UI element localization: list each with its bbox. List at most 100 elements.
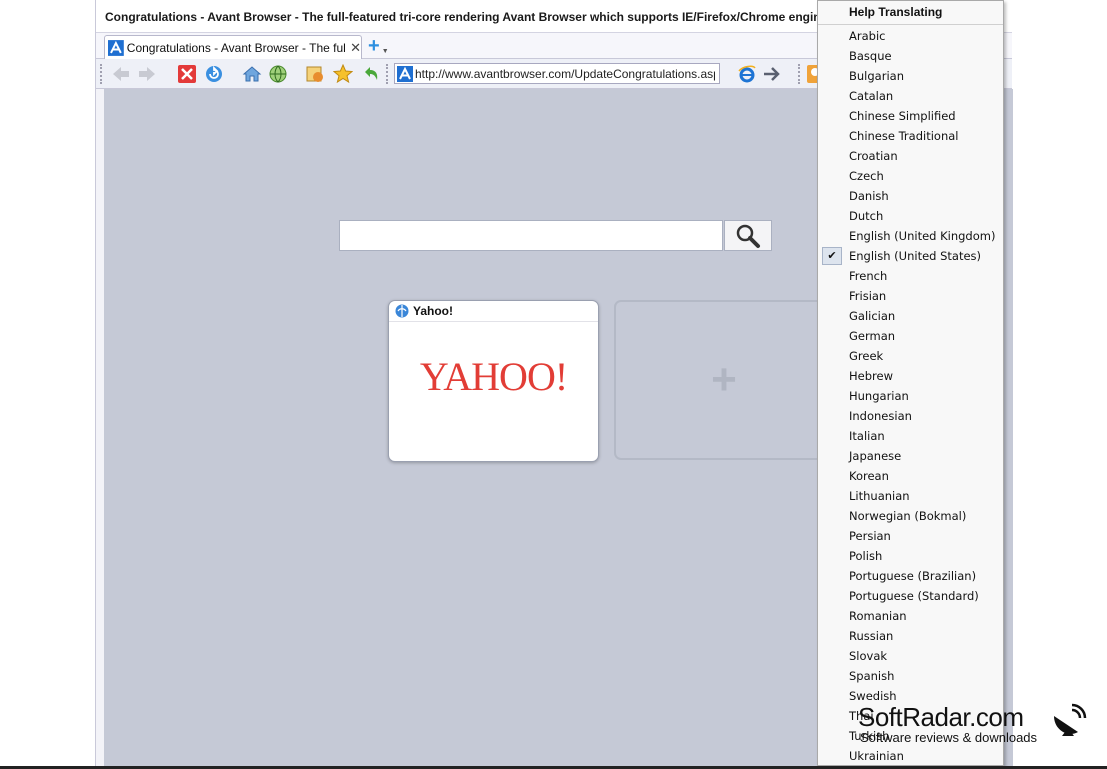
menu-item-label: Norwegian (Bokmal) bbox=[849, 509, 967, 523]
tab-active[interactable]: Congratulations - Avant Browser - The fu… bbox=[104, 35, 362, 59]
go-arrow-icon bbox=[764, 67, 780, 81]
menu-item-language[interactable]: Czech bbox=[818, 166, 1003, 186]
ie-logo-icon bbox=[738, 65, 756, 83]
menu-item-language[interactable]: Hebrew bbox=[818, 366, 1003, 386]
menu-item-language[interactable]: Lithuanian bbox=[818, 486, 1003, 506]
menu-item-label: Slovak bbox=[849, 649, 888, 663]
menu-item-label: Hungarian bbox=[849, 389, 909, 403]
menu-item-label: Romanian bbox=[849, 609, 907, 623]
menu-item-language[interactable]: Chinese Simplified bbox=[818, 106, 1003, 126]
toolbar-grip[interactable] bbox=[386, 64, 389, 84]
menu-item-language[interactable]: Slovak bbox=[818, 646, 1003, 666]
menu-item-language[interactable]: Chinese Traditional bbox=[818, 126, 1003, 146]
forward-arrow-icon bbox=[139, 67, 155, 81]
plus-icon: + bbox=[711, 355, 737, 404]
tile-header: Yahoo! bbox=[389, 301, 598, 322]
undo-icon bbox=[365, 67, 378, 80]
menu-item-language[interactable]: Arabic bbox=[818, 26, 1003, 46]
menu-item-label: Persian bbox=[849, 529, 891, 543]
menu-item-label: Greek bbox=[849, 349, 884, 363]
tab-label: Congratulations - Avant Browser - The fu… bbox=[126, 40, 346, 55]
menu-item-language[interactable]: Portuguese (Brazilian) bbox=[818, 566, 1003, 586]
menu-item-label: Frisian bbox=[849, 289, 887, 303]
globe-icon bbox=[395, 304, 409, 318]
go-button[interactable] bbox=[762, 65, 782, 83]
watermark-tagline: Software reviews & downloads bbox=[860, 730, 1038, 745]
menu-item-label: Swedish bbox=[849, 689, 897, 703]
menu-item-language[interactable]: Basque bbox=[818, 46, 1003, 66]
menu-item-label: Indonesian bbox=[849, 409, 912, 423]
menu-item-language[interactable]: Dutch bbox=[818, 206, 1003, 226]
search-input[interactable] bbox=[339, 220, 723, 251]
refresh-icon bbox=[206, 65, 222, 82]
satellite-dish-icon bbox=[1054, 703, 1087, 736]
menu-item-language[interactable]: Polish bbox=[818, 546, 1003, 566]
ie-engine-icon[interactable] bbox=[738, 65, 756, 83]
url-input[interactable] bbox=[415, 66, 715, 81]
speed-dial-tile-yahoo[interactable]: Yahoo! YAHOO! bbox=[388, 300, 599, 462]
stop-icon bbox=[178, 65, 196, 83]
menu-item-language[interactable]: Greek bbox=[818, 346, 1003, 366]
menu-item-label: Japanese bbox=[849, 449, 902, 463]
menu-item-language[interactable]: Italian bbox=[818, 426, 1003, 446]
yahoo-logo: YAHOO! bbox=[419, 354, 568, 399]
home-icon bbox=[242, 66, 262, 82]
menu-item-label: Hebrew bbox=[849, 369, 893, 383]
menu-item-language[interactable]: Frisian bbox=[818, 286, 1003, 306]
back-arrow-icon bbox=[113, 67, 129, 81]
menu-item-language[interactable]: ✔ English (United States) bbox=[818, 246, 1003, 266]
favorites-button[interactable] bbox=[332, 63, 354, 85]
engine-switch-button[interactable] bbox=[267, 63, 289, 85]
toolbar-grip[interactable] bbox=[100, 64, 103, 84]
menu-item-label: French bbox=[849, 269, 888, 283]
menu-item-language[interactable]: French bbox=[818, 266, 1003, 286]
toolbar-grip[interactable] bbox=[798, 64, 801, 84]
menu-item-language[interactable]: Indonesian bbox=[818, 406, 1003, 426]
menu-item-language[interactable]: Catalan bbox=[818, 86, 1003, 106]
menu-item-language[interactable]: Danish bbox=[818, 186, 1003, 206]
language-list: Arabic Basque Bulgarian Catalan Chinese Simp… bbox=[818, 26, 1003, 766]
menu-item-language[interactable]: Persian bbox=[818, 526, 1003, 546]
history-button[interactable] bbox=[304, 63, 326, 85]
search-icon bbox=[736, 224, 760, 248]
menu-item-label: Croatian bbox=[849, 149, 898, 163]
chevron-down-icon[interactable]: ▼ bbox=[382, 48, 389, 55]
checkmark-icon: ✔ bbox=[822, 247, 842, 265]
menu-item-language[interactable]: Japanese bbox=[818, 446, 1003, 466]
avant-logo-icon bbox=[108, 39, 124, 56]
back-button[interactable] bbox=[110, 63, 132, 85]
globe-icon bbox=[269, 65, 287, 83]
menu-item-language[interactable]: Romanian bbox=[818, 606, 1003, 626]
address-bar[interactable] bbox=[394, 63, 720, 84]
menu-item-language[interactable]: English (United Kingdom) bbox=[818, 226, 1003, 246]
menu-item-language[interactable]: Hungarian bbox=[818, 386, 1003, 406]
menu-item-language[interactable]: German bbox=[818, 326, 1003, 346]
add-speed-dial-tile[interactable]: + bbox=[614, 300, 834, 460]
menu-item-label: Chinese Traditional bbox=[849, 129, 959, 143]
menu-header[interactable]: Help Translating bbox=[818, 1, 1003, 25]
menu-item-language[interactable]: Norwegian (Bokmal) bbox=[818, 506, 1003, 526]
star-icon bbox=[333, 64, 353, 84]
tile-title: Yahoo! bbox=[413, 304, 454, 318]
menu-item-language[interactable]: Croatian bbox=[818, 146, 1003, 166]
menu-item-label: Chinese Simplified bbox=[849, 109, 956, 123]
menu-item-label: Lithuanian bbox=[849, 489, 910, 503]
menu-item-language[interactable]: Bulgarian bbox=[818, 66, 1003, 86]
stop-button[interactable] bbox=[176, 63, 198, 85]
close-tab-icon[interactable]: ✕ bbox=[350, 40, 361, 56]
undo-close-button[interactable] bbox=[360, 63, 382, 85]
menu-item-label: Dutch bbox=[849, 209, 884, 223]
new-tab-button[interactable]: + ▼ bbox=[368, 35, 390, 57]
forward-button[interactable] bbox=[136, 63, 158, 85]
menu-item-language[interactable]: Russian bbox=[818, 626, 1003, 646]
menu-item-label: English (United States) bbox=[849, 249, 982, 263]
refresh-button[interactable] bbox=[203, 63, 225, 85]
menu-item-language[interactable]: Korean bbox=[818, 466, 1003, 486]
plus-icon: + bbox=[368, 35, 380, 57]
menu-item-label: English (United Kingdom) bbox=[849, 229, 996, 243]
search-button[interactable] bbox=[724, 220, 772, 251]
menu-item-language[interactable]: Spanish bbox=[818, 666, 1003, 686]
menu-item-language[interactable]: Portuguese (Standard) bbox=[818, 586, 1003, 606]
home-button[interactable] bbox=[241, 63, 263, 85]
menu-item-language[interactable]: Galician bbox=[818, 306, 1003, 326]
